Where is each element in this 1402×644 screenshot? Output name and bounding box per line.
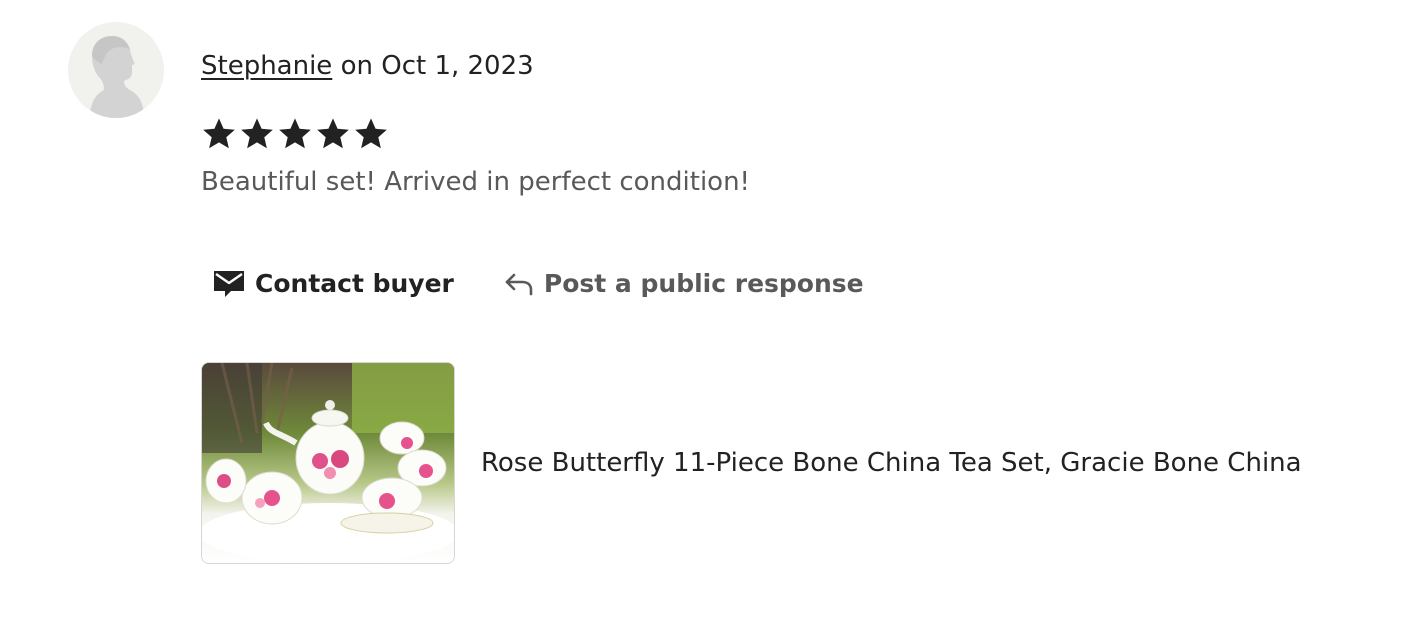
review-actions: Contact buyer Post a public response xyxy=(213,268,864,298)
user-silhouette-icon xyxy=(90,36,144,118)
contact-buyer-button[interactable]: Contact buyer xyxy=(213,268,454,298)
star-filled-icon xyxy=(279,118,311,149)
listing-title[interactable]: Rose Butterfly 11-Piece Bone China Tea S… xyxy=(481,448,1302,478)
review-byline: Stephanie on Oct 1, 2023 xyxy=(201,46,534,86)
contact-buyer-label: Contact buyer xyxy=(255,268,454,298)
reviewer-name-link[interactable]: Stephanie xyxy=(201,51,332,81)
review-text: Beautiful set! Arrived in perfect condit… xyxy=(201,167,750,197)
review-date: on Oct 1, 2023 xyxy=(332,51,534,81)
listing-thumbnail[interactable] xyxy=(201,362,455,564)
avatar[interactable] xyxy=(68,22,164,118)
star-filled-icon xyxy=(317,118,349,149)
listing-item[interactable]: Rose Butterfly 11-Piece Bone China Tea S… xyxy=(201,362,1302,564)
star-filled-icon xyxy=(355,118,387,149)
post-public-response-label: Post a public response xyxy=(543,268,864,298)
star-filled-icon xyxy=(241,118,273,149)
tea-set-image xyxy=(202,363,454,563)
star-filled-icon xyxy=(203,118,235,149)
envelope-icon xyxy=(213,268,245,298)
post-public-response-button[interactable]: Post a public response xyxy=(504,269,864,298)
reply-arrow-icon xyxy=(504,270,534,296)
star-rating xyxy=(201,116,389,152)
review-card: Stephanie on Oct 1, 2023 Beautiful set! … xyxy=(0,0,1402,644)
